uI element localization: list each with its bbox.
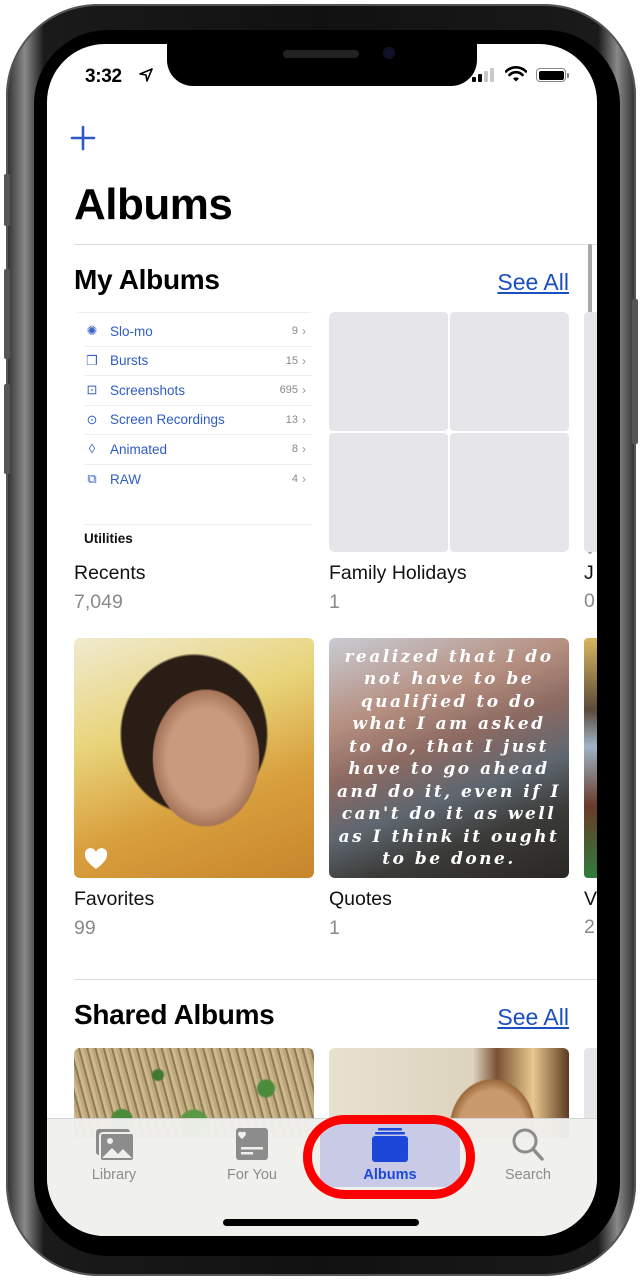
plus-icon[interactable] [69,124,97,152]
shared-albums-see-all-link[interactable]: See All [497,1004,569,1031]
album-name: Recents [74,562,146,584]
album-quotes[interactable]: realized that I do not have to be qualif… [329,638,569,940]
family-photo [329,312,448,431]
favorites-thumbnail [74,638,314,878]
chevron-right-icon: › [302,324,306,339]
tab-label: Library [91,1167,137,1183]
slo-mo-icon: ✺ [86,323,98,339]
media-type-count: 4 [291,473,298,486]
partial-album-thumbnail[interactable] [584,638,597,878]
screen-recordings-icon: ⊙ [86,411,98,427]
media-type-count: 8 [291,443,298,456]
media-type-count: 13 [285,413,298,426]
tab-search[interactable]: Search [473,1127,583,1187]
album-family-holidays[interactable]: Family Holidays 1 [329,312,569,614]
speaker [283,50,359,58]
tab-for-you[interactable]: For You [197,1127,307,1187]
my-albums-title: My Albums [74,264,220,295]
chevron-right-icon: › [302,472,306,487]
media-type-row: ⧉ RAW 4 › [84,465,312,495]
wifi-icon [505,66,527,82]
recents-thumbnail: ✺ Slo-mo 9 › ❒ Bursts 15 › ⊡ Screenshots… [74,312,314,552]
chevron-right-icon: › [302,442,306,457]
utilities-heading: Utilities [84,524,312,546]
animated-icon: ◊ [88,441,96,457]
partial-album-count: 0 [584,590,595,612]
screen: 3:32 Albums My Albums See All ✺ Slo-mo 9 [47,44,597,1236]
quote-image-text: realized that I do not have to be qualif… [337,646,561,870]
volume-up-button [4,269,10,359]
section-divider [74,979,597,980]
chevron-right-icon: › [302,353,306,368]
media-type-label: Animated [110,441,168,457]
album-recents[interactable]: ✺ Slo-mo 9 › ❒ Bursts 15 › ⊡ Screenshots… [74,312,314,614]
media-type-label: Slo-mo [110,323,153,339]
side-button [632,299,638,444]
chevron-right-icon: › [302,383,306,398]
for-you-icon [236,1128,268,1160]
empty-tile [450,312,569,431]
heart-icon [84,848,108,869]
quotes-thumbnail: realized that I do not have to be qualif… [329,638,569,878]
album-name: Favorites [74,888,155,910]
shared-albums-title: Shared Albums [74,999,275,1030]
partial-album-name: J [584,562,594,584]
media-type-count: 9 [291,325,298,338]
media-type-label: Screen Recordings [110,412,225,428]
partial-album-count: 2 [584,916,595,938]
album-name: Quotes [329,888,392,910]
front-camera [383,47,395,59]
page-title: Albums [74,180,233,229]
home-indicator[interactable] [223,1219,419,1226]
battery-icon [536,68,569,82]
empty-tile [450,433,569,552]
tab-label: Search [505,1167,551,1183]
family-holidays-thumbnail [329,312,569,552]
empty-tile [329,433,448,552]
library-icon [96,1129,135,1162]
album-name: Family Holidays [329,562,467,584]
status-time: 3:32 [85,66,122,87]
tab-label: For You [227,1167,277,1183]
chevron-right-icon: › [302,412,306,427]
bursts-icon: ❒ [86,352,98,368]
media-type-row: ✺ Slo-mo 9 › [84,317,312,347]
search-icon [512,1128,544,1161]
album-count: 1 [329,917,340,939]
album-favorites[interactable]: Favorites 99 [74,638,314,940]
notch [167,44,477,86]
album-count: 1 [329,591,340,613]
cellular-signal-icon [472,68,496,82]
media-type-count: 695 [279,384,298,397]
media-type-label: Screenshots [110,382,186,398]
media-type-label: Bursts [110,353,149,369]
title-divider [74,244,597,245]
raw-icon: ⧉ [87,471,97,487]
media-type-label: RAW [110,471,141,487]
media-types-list-preview: ✺ Slo-mo 9 › ❒ Bursts 15 › ⊡ Screenshots… [74,312,314,546]
media-type-row: ⊙ Screen Recordings 13 › [84,406,312,435]
screenshots-icon: ⊡ [86,382,98,398]
mute-switch [4,174,10,226]
media-type-row: ⊡ Screenshots 695 › [84,376,312,406]
tab-bar: Library For You Albums Search [47,1115,597,1236]
my-albums-see-all-link[interactable]: See All [497,269,569,296]
tab-library[interactable]: Library [59,1127,169,1187]
media-type-row: ❒ Bursts 15 › [84,347,312,376]
partial-album-thumbnail[interactable] [584,312,597,552]
album-count: 7,049 [74,591,123,613]
media-type-count: 15 [285,354,298,367]
annotation-highlight-circle [303,1115,475,1199]
album-count: 99 [74,917,96,939]
media-type-row: ◊ Animated 8 › [84,435,312,465]
volume-down-button [4,384,10,474]
partial-album-name: V [584,888,597,910]
location-arrow-icon [139,68,153,82]
